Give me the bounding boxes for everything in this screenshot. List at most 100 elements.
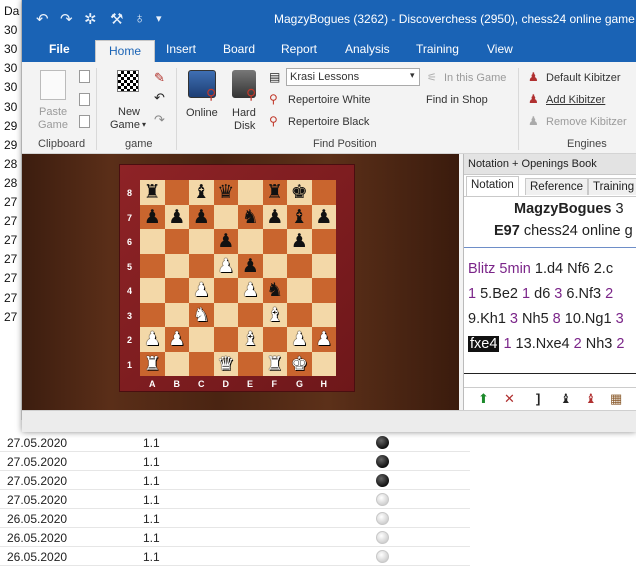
edit-icon[interactable]: ✎ [154,70,165,86]
online-button[interactable]: Online [186,107,218,119]
board-square[interactable] [189,351,214,376]
board-square[interactable] [164,253,189,278]
white-piece-icon[interactable]: ♚ [287,352,312,377]
move-text[interactable]: 10.Ng1 [561,311,616,327]
list-item[interactable]: 26.05.2020 1.1 [0,509,470,528]
board-square[interactable] [140,253,165,278]
list-item[interactable]: 26.05.2020 1.1 [0,547,470,566]
list-item[interactable]: 26.05.2020 1.1 [0,528,470,547]
bulb-icon[interactable]: ♁ [134,10,145,27]
board-square[interactable] [238,302,263,327]
board-square[interactable] [311,351,336,376]
white-piece-icon[interactable]: ♜ [140,352,165,377]
white-piece-icon[interactable]: ♝ [238,327,263,352]
tab-home[interactable]: Home [95,40,156,62]
board-square[interactable] [311,253,336,278]
board-square[interactable] [213,327,238,352]
tab-reference[interactable]: Reference [525,178,589,195]
tab-file[interactable]: File [49,42,70,56]
find-in-shop-button[interactable]: Find in Shop [426,94,488,106]
board-square[interactable] [213,204,238,229]
new-game-label[interactable]: New [118,106,140,118]
move-annotation[interactable]: Blitz 5min [468,261,531,277]
move-text[interactable]: Nf6 [567,261,590,277]
hard-disk-label[interactable]: Hard [232,107,256,119]
list-item[interactable]: 27.05.2020 1.1 [0,471,470,490]
white-piece-icon[interactable]: ♝ [263,303,288,328]
piece-red-icon[interactable]: ♝ [585,391,597,407]
move-annotation[interactable]: 2 [616,336,624,352]
undo-move-icon[interactable]: ↶ [154,90,165,106]
tab-analysis[interactable]: Analysis [345,42,390,56]
black-piece-icon[interactable]: ♞ [263,278,288,303]
move-text[interactable]: 1.d4 [531,261,567,277]
black-piece-icon[interactable]: ♟ [214,229,239,254]
board-square[interactable] [262,229,287,254]
default-kibitzer-button[interactable]: Default Kibitzer [546,72,621,84]
board-icon[interactable]: ▦ [610,391,622,407]
arrow-up-icon[interactable]: ⬆ [478,391,489,407]
move-text[interactable]: d6 [530,286,554,302]
move-annotation[interactable]: 3 [510,311,518,327]
board-square[interactable] [311,229,336,254]
repertoire-white-button[interactable]: Repertoire White [288,94,371,106]
board-square[interactable] [287,278,312,303]
tab-training-panel[interactable]: Training [588,178,636,195]
board-square[interactable] [287,302,312,327]
black-piece-icon[interactable]: ♟ [189,205,214,230]
black-piece-icon[interactable]: ♟ [312,205,337,230]
move-annotation[interactable]: 1 [468,286,476,302]
board-square[interactable] [213,302,238,327]
move-annotation[interactable]: 2 [605,286,613,302]
board-square[interactable] [213,278,238,303]
board-square[interactable] [189,253,214,278]
move-text[interactable]: 6.Nf3 [562,286,605,302]
copy-icon[interactable] [79,70,90,83]
move-text[interactable]: 9.Kh1 [468,311,510,327]
black-piece-icon[interactable]: ♝ [189,180,214,205]
board-square[interactable] [262,253,287,278]
board-square[interactable] [262,327,287,352]
bracket-icon[interactable]: ] [536,391,540,406]
black-piece-icon[interactable]: ♜ [140,180,165,205]
bug-icon[interactable]: ✲ [84,10,97,28]
tab-notation[interactable]: Notation [466,176,519,196]
black-piece-icon[interactable]: ♚ [287,180,312,205]
board-square[interactable] [311,302,336,327]
notation-text[interactable]: MagzyBogues 3 E97 chess24 online g Blitz… [464,197,636,387]
board-square[interactable] [189,327,214,352]
new-game-label-2[interactable]: Game [110,119,140,131]
white-piece-icon[interactable]: ♜ [263,352,288,377]
tab-training[interactable]: Training [416,42,459,56]
tab-report[interactable]: Report [281,42,317,56]
white-piece-icon[interactable]: ♟ [287,327,312,352]
hard-disk-label-2[interactable]: Disk [234,120,255,132]
quick-access-dropdown-icon[interactable]: ▾ [156,12,162,25]
black-piece-icon[interactable]: ♞ [238,205,263,230]
move-annotation[interactable]: 1 [522,286,530,302]
board-square[interactable] [164,180,189,205]
board-square[interactable] [238,351,263,376]
board-square[interactable] [140,229,165,254]
in-this-game-button[interactable]: In this Game [444,72,506,84]
move-annotation[interactable]: 8 [553,311,561,327]
board-square[interactable] [238,229,263,254]
delete-icon[interactable]: ✕ [504,391,515,407]
cut-icon[interactable] [79,93,90,106]
black-piece-icon[interactable]: ♜ [263,180,288,205]
board-square[interactable] [140,278,165,303]
board-square[interactable] [164,229,189,254]
tab-insert[interactable]: Insert [166,42,196,56]
tab-view[interactable]: View [487,42,513,56]
white-piece-icon[interactable]: ♟ [189,278,214,303]
board-square[interactable] [164,278,189,303]
redo-icon[interactable]: ↷ [60,10,73,28]
chess-board[interactable]: ♜ ♝ ♛ ♜ ♚ ♟ ♟ ♟ ♞ ♟ ♝ ♟ ♟ ♟ ♟ ♟ ♟ ♟ ♞ ♞ ♝ ♟ ♟ ♝ ♟ ♟ ♜ ♛ ♜ ♚ 8 7 6 5 4 3 2 1 A B… [119,164,355,392]
undo-icon[interactable]: ↶ [36,10,49,28]
paste-game-label[interactable]: Game [38,119,68,131]
piece-icon[interactable]: ♝ [560,391,572,407]
move-text[interactable]: 13.Nxe4 [512,336,574,352]
new-game-dropdown-icon[interactable]: ▾ [142,120,146,129]
move-annotation[interactable]: 3 [616,311,624,327]
board-square[interactable] [189,229,214,254]
